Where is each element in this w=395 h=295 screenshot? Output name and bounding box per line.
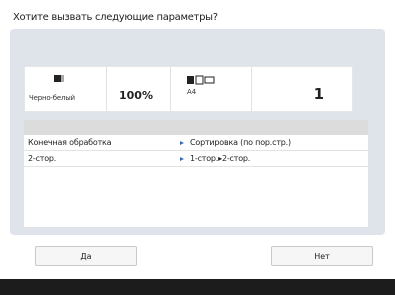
color-mode-label: Черно-белый (29, 94, 75, 102)
no-button[interactable]: Нет (271, 246, 373, 266)
detail-value: 1-стор.▸2-стор. (180, 154, 368, 163)
detail-row-duplex: 2-стор. 1-стор.▸2-стор. (24, 151, 368, 167)
detail-row-finishing: Конечная обработка Сортировка (по пор.ст… (24, 135, 368, 151)
zoom-value: 100% (119, 89, 153, 102)
bottom-status-bar (0, 279, 395, 295)
paper-size-label: A4 (187, 88, 197, 96)
zoom-cell: 100% (107, 67, 171, 111)
detail-value: Сортировка (по пор.стр.) (180, 138, 368, 147)
paper-cell: A4 (171, 67, 252, 111)
dialog-prompt: Хотите вызвать следующие параметры? (13, 12, 218, 23)
details-header (24, 120, 368, 135)
arrow-right-icon (180, 156, 184, 161)
detail-value-text: 1-стор.▸2-стор. (190, 154, 251, 163)
copies-value: 1 (313, 85, 324, 103)
detail-label: 2-стор. (28, 154, 57, 163)
detail-value-text: Сортировка (по пор.стр.) (190, 138, 291, 147)
settings-details-list: Конечная обработка Сортировка (по пор.ст… (24, 120, 368, 227)
detail-label: Конечная обработка (28, 138, 112, 147)
color-mode-cell: Черно-белый (25, 67, 107, 111)
bw-color-icon (54, 75, 61, 82)
copies-cell: 1 (252, 67, 352, 111)
settings-summary: Черно-белый 100% A4 1 (24, 66, 353, 112)
arrow-right-icon (180, 140, 184, 145)
paper-tray-icon (187, 75, 215, 85)
yes-button[interactable]: Да (35, 246, 137, 266)
